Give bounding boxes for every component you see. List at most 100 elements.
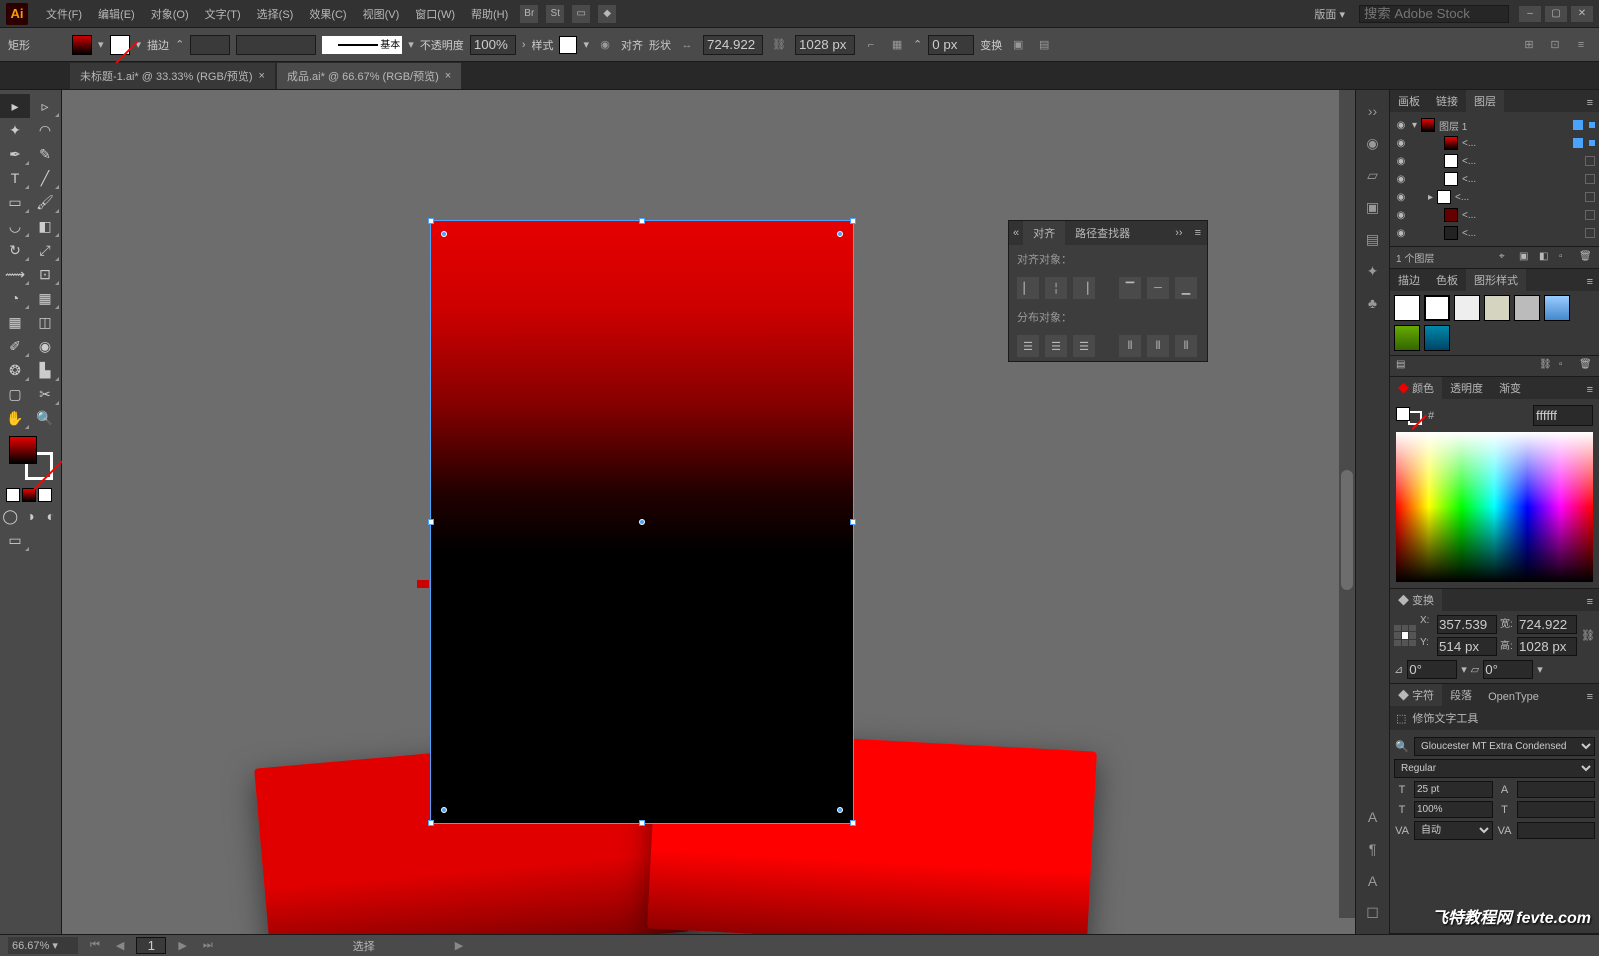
artboard-tool[interactable]: ▢ [0, 382, 30, 406]
style-swatch[interactable] [1514, 295, 1540, 321]
panel-menu-icon[interactable]: ≡ [1581, 593, 1599, 611]
distribute-top-icon[interactable]: ☰ [1017, 335, 1039, 357]
width-tool[interactable]: ⟿ [0, 262, 30, 286]
corner-widget[interactable] [837, 807, 843, 813]
align-top-icon[interactable]: ▔ [1119, 277, 1141, 299]
font-family-dropdown[interactable]: Gloucester MT Extra Condensed [1414, 737, 1595, 756]
scrollbar-thumb[interactable] [1341, 470, 1353, 590]
panel-menu-icon[interactable]: ≡ [1581, 273, 1599, 291]
selected-object[interactable] [430, 220, 854, 824]
style-swatch[interactable] [1394, 325, 1420, 351]
menu-help[interactable]: 帮助(H) [463, 2, 516, 26]
tracking-input[interactable] [1517, 822, 1596, 839]
edit-icon[interactable]: ▤ [1034, 35, 1054, 55]
style-swatch[interactable] [1424, 325, 1450, 351]
tab-align[interactable]: 对齐 [1023, 221, 1065, 245]
selection-handle[interactable] [639, 218, 645, 224]
layer-name[interactable]: 图层 1 [1439, 118, 1467, 133]
document-tab[interactable]: 成品.ai* @ 66.67% (RGB/预览) × [277, 63, 461, 89]
slice-tool[interactable]: ✂ [30, 382, 60, 406]
style-swatch[interactable] [1544, 295, 1570, 321]
stock-search-input[interactable] [1359, 5, 1509, 23]
window-maximize-icon[interactable]: ▢ [1545, 6, 1567, 22]
target-icon[interactable] [1573, 120, 1583, 130]
fill-color-icon[interactable] [9, 436, 37, 464]
style-dropdown-icon[interactable]: ▾ [583, 38, 589, 51]
link-wh-icon[interactable]: ⛓ [1581, 629, 1595, 642]
align-label[interactable]: 对齐 [621, 37, 643, 53]
layer-row[interactable]: ◉<... [1394, 152, 1595, 170]
expand-icon[interactable]: ▾ [1412, 120, 1417, 131]
eyedropper-tool[interactable]: ✐ [0, 334, 30, 358]
selection-handle[interactable] [428, 218, 434, 224]
draw-normal-icon[interactable]: ◯ [0, 504, 20, 528]
layer-name[interactable]: <... [1462, 138, 1476, 149]
color-spectrum[interactable] [1396, 432, 1593, 582]
layer-row[interactable]: ◉<... [1394, 206, 1595, 224]
tab-color[interactable]: ◆ 颜色 [1390, 377, 1442, 399]
mesh-tool[interactable]: ▦ [0, 310, 30, 334]
visibility-icon[interactable]: ◉ [1394, 228, 1408, 239]
font-weight-dropdown[interactable]: Regular [1394, 759, 1595, 778]
rotate-tool[interactable]: ↻ [0, 238, 30, 262]
touch-type-icon[interactable]: ⬚ [1396, 712, 1406, 725]
shear-dropdown-icon[interactable]: ▾ [1537, 663, 1543, 676]
style-swatch[interactable] [1394, 295, 1420, 321]
isolate-icon[interactable]: ▣ [1008, 35, 1028, 55]
timeline-play-icon[interactable]: ▶ [451, 939, 467, 952]
corner-link-icon[interactable]: ▦ [887, 35, 907, 55]
first-page-icon[interactable]: ⏮ [86, 939, 104, 952]
rectangle-tool[interactable]: ▭ [0, 190, 30, 214]
snap-icon[interactable]: ⊡ [1545, 35, 1565, 55]
new-layer-icon[interactable]: ▫ [1559, 251, 1573, 265]
panel-menu-icon[interactable]: ≡ [1581, 94, 1599, 112]
target-icon[interactable] [1585, 210, 1595, 220]
tab-gradient[interactable]: 渐变 [1491, 377, 1529, 399]
type-panel-icon[interactable]: A [1362, 806, 1384, 828]
vertical-scrollbar[interactable] [1339, 90, 1355, 918]
layer-row[interactable]: ◉<... [1394, 170, 1595, 188]
fill-swatch[interactable] [72, 35, 92, 55]
shape-label[interactable]: 形状 [649, 37, 671, 53]
brushes-panel-icon[interactable]: ▤ [1362, 228, 1384, 250]
opacity-dropdown-icon[interactable]: › [522, 39, 526, 51]
panel-menu-icon[interactable]: ≡ [1581, 381, 1599, 399]
corner-widget[interactable] [441, 807, 447, 813]
vscale-input[interactable] [1414, 801, 1493, 818]
symbol-sprayer-tool[interactable]: ❂ [0, 358, 30, 382]
corner-stepper[interactable]: ⌃ [913, 38, 922, 51]
symbols-panel-icon[interactable]: ✦ [1362, 260, 1384, 282]
font-size-input[interactable] [1414, 781, 1493, 798]
pen-tool[interactable]: ✒ [0, 142, 30, 166]
document-tab[interactable]: 未标题-1.ai* @ 33.33% (RGB/预览) × [70, 63, 275, 89]
brush-dropdown-icon[interactable]: ▾ [408, 38, 414, 51]
styles-library-icon[interactable]: ▤ [1396, 359, 1410, 373]
scale-tool[interactable]: ⤢ [30, 238, 60, 262]
width-input[interactable] [703, 35, 763, 55]
gpu-icon[interactable]: ◆ [598, 5, 616, 23]
target-icon[interactable] [1585, 228, 1595, 238]
swatches-panel-icon[interactable]: ♣ [1362, 292, 1384, 314]
visibility-icon[interactable]: ◉ [1394, 210, 1408, 221]
stroke-swatch[interactable] [110, 35, 130, 55]
menu-window[interactable]: 窗口(W) [407, 2, 463, 26]
align-hcenter-icon[interactable]: ╎ [1045, 277, 1067, 299]
new-sublayer-icon[interactable]: ◧ [1539, 251, 1553, 265]
delete-layer-icon[interactable]: 🗑 [1579, 251, 1593, 265]
style-swatch[interactable] [1484, 295, 1510, 321]
panel-expand-icon[interactable]: ›› [1169, 227, 1188, 239]
shear-input[interactable] [1483, 660, 1533, 679]
fill-stroke-control[interactable] [9, 436, 53, 480]
line-tool[interactable]: ╱ [30, 166, 60, 190]
gradient-tool[interactable]: ◫ [30, 310, 60, 334]
corner-widget[interactable] [837, 231, 843, 237]
corner-type-icon[interactable]: ⌐ [861, 35, 881, 55]
menu-view[interactable]: 视图(V) [355, 2, 408, 26]
free-transform-tool[interactable]: ⊡ [30, 262, 60, 286]
align-left-icon[interactable]: ▏ [1017, 277, 1039, 299]
shape-builder-tool[interactable]: ◔ [0, 286, 30, 310]
break-link-icon[interactable]: ⛓ [1539, 359, 1553, 373]
layer-name[interactable]: <... [1462, 228, 1476, 239]
expand-icon[interactable]: ▸ [1428, 192, 1433, 203]
layer-name[interactable]: <... [1455, 192, 1469, 203]
